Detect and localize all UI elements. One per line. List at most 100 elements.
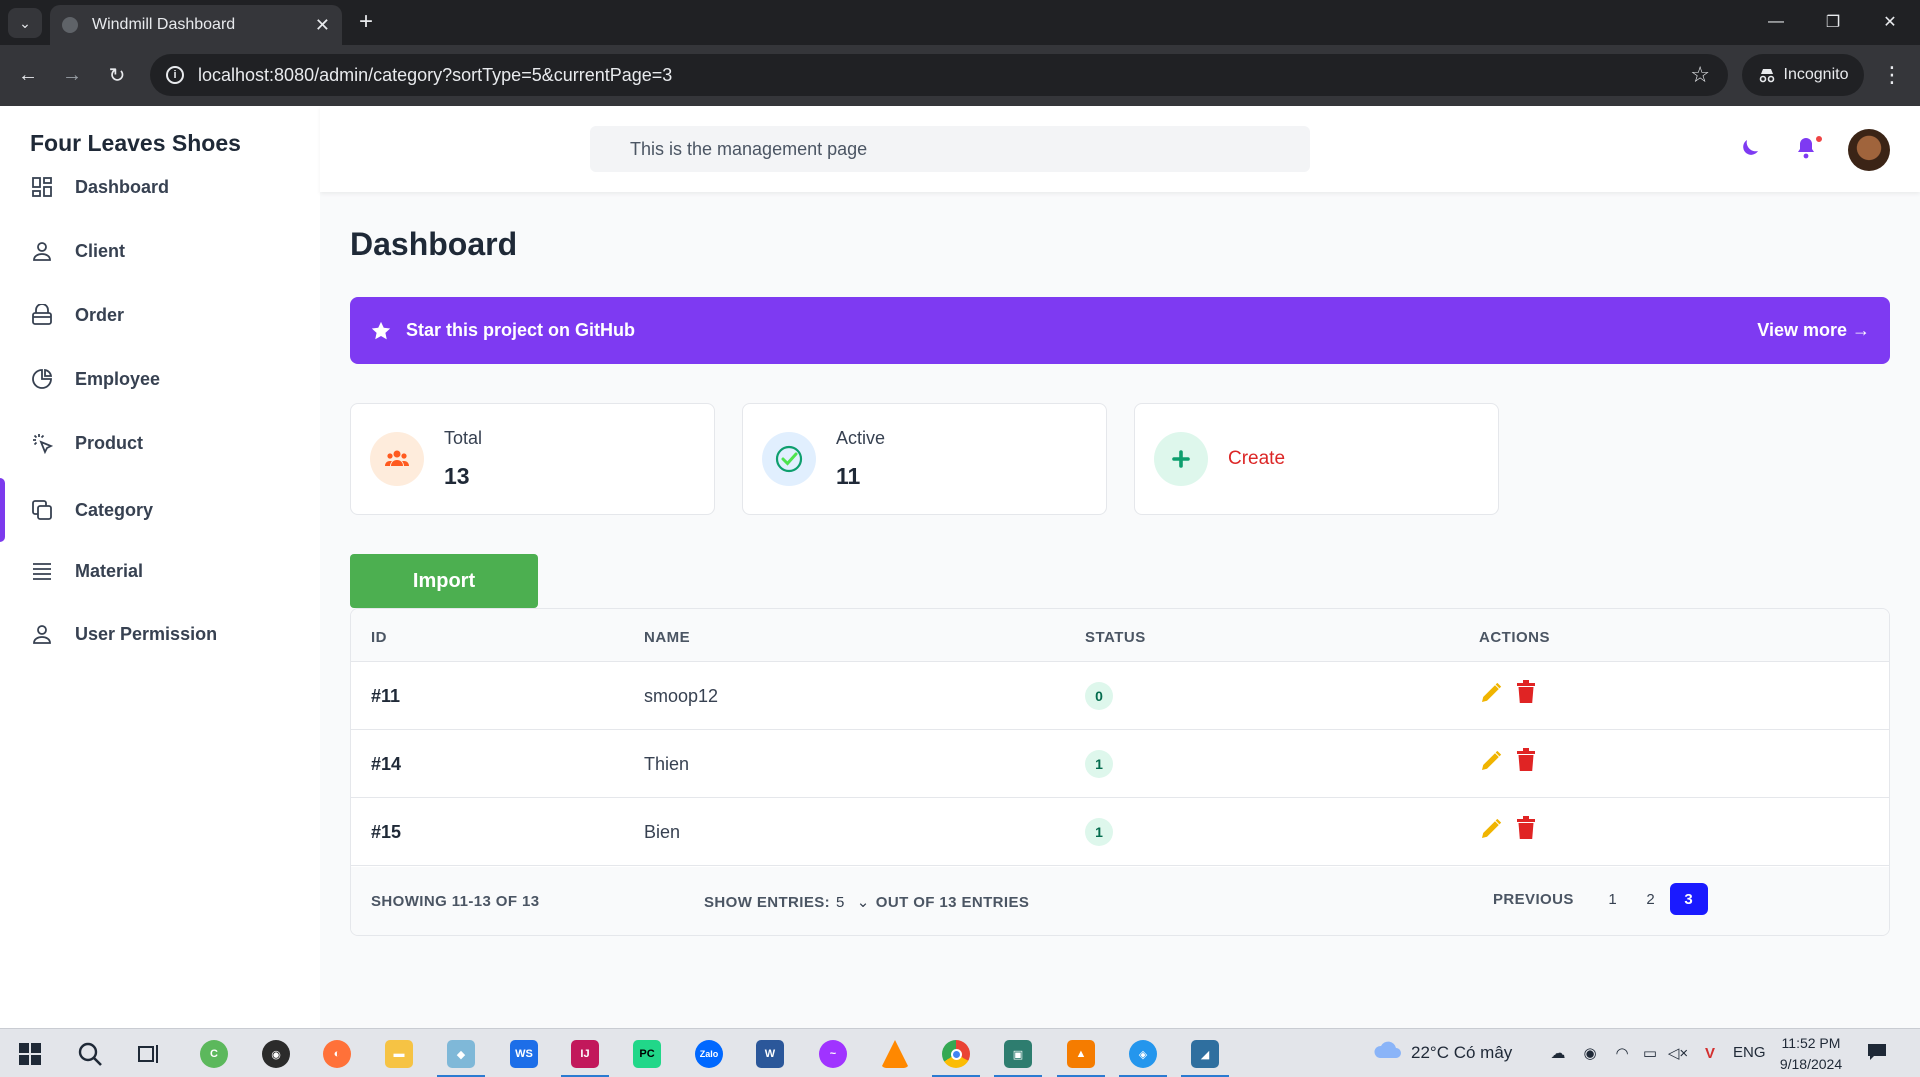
bookmark-star-icon[interactable]: ☆ (1690, 62, 1710, 88)
edit-pencil-icon[interactable] (1479, 749, 1503, 778)
sidebar-item-material[interactable]: Material (0, 546, 320, 596)
close-window-button[interactable]: ✕ (1868, 5, 1912, 39)
entries-select[interactable]: 5 ⌄ (836, 893, 870, 912)
intellij-icon[interactable]: IJ (561, 1037, 609, 1077)
showing-count: SHOWING 11-13 OF 13 (371, 893, 540, 910)
avatar[interactable] (1848, 129, 1890, 171)
back-button[interactable]: ← (12, 59, 44, 91)
restore-button[interactable]: ❐ (1811, 5, 1855, 39)
new-tab-button[interactable]: + (352, 8, 380, 36)
pycharm-icon[interactable]: PC (629, 1037, 665, 1071)
total-value: 13 (444, 463, 470, 489)
close-tab-icon[interactable]: ✕ (315, 15, 330, 36)
incognito-indicator[interactable]: Incognito (1742, 54, 1864, 96)
page-button-3[interactable]: 3 (1669, 883, 1708, 915)
weather-text: 22°C Có mây (1411, 1042, 1513, 1062)
sidebar-item-user-permission[interactable]: User Permission (0, 609, 320, 659)
app-icon[interactable]: C (196, 1037, 232, 1071)
reload-button[interactable]: ↻ (101, 59, 133, 91)
row-id: #14 (371, 754, 402, 774)
sidebar-item-label: Category (75, 499, 154, 520)
site-info-icon[interactable]: i (166, 66, 184, 84)
webstorm-icon[interactable]: WS (506, 1037, 542, 1071)
url-text: localhost:8080/admin/category?sortType=5… (198, 64, 673, 85)
battery-icon[interactable]: ▭ (1639, 1043, 1661, 1063)
table-header: ID NAME STATUS ACTIONS (351, 609, 1889, 662)
sidebar: Four Leaves Shoes Dashboard Client Order… (0, 106, 320, 1028)
address-bar[interactable]: i localhost:8080/admin/category?sortType… (150, 54, 1728, 96)
table-row: #11 smoop12 0 (351, 662, 1889, 730)
github-banner[interactable]: Star this project on GitHub View more → (350, 297, 1890, 364)
total-label: Total (444, 428, 483, 448)
clock-date: 9/18/2024 (1779, 1056, 1843, 1072)
search-icon[interactable] (72, 1037, 108, 1071)
delete-trash-icon[interactable] (1516, 816, 1536, 845)
create-link[interactable]: Create (1228, 448, 1285, 470)
app-icon[interactable]: ◆ (437, 1037, 485, 1077)
forward-button[interactable]: → (56, 59, 88, 91)
sidebar-item-product[interactable]: Product (0, 418, 320, 468)
app-icon[interactable]: ▣ (994, 1037, 1042, 1077)
weather-widget[interactable]: 22°C Có mây (1373, 1041, 1512, 1064)
task-view-icon[interactable] (131, 1037, 167, 1071)
import-button[interactable]: Import (350, 554, 538, 608)
sidebar-item-category[interactable]: Category (0, 478, 320, 542)
sidebar-item-client[interactable]: Client (0, 226, 320, 276)
brand-title[interactable]: Four Leaves Shoes (30, 130, 241, 157)
sidebar-item-dashboard[interactable]: Dashboard (0, 162, 320, 212)
browser-tab-bar: ⌄ Windmill Dashboard ✕ + — ❐ ✕ (0, 0, 1920, 45)
file-explorer-icon[interactable]: ▬ (381, 1037, 417, 1071)
obs-icon[interactable]: ◉ (258, 1037, 294, 1071)
zalo-icon[interactable]: Zalo (691, 1037, 727, 1071)
windows-start-icon[interactable] (12, 1037, 48, 1071)
delete-trash-icon[interactable] (1516, 680, 1536, 709)
chevron-down-icon: ⌄ (856, 894, 870, 911)
minimize-button[interactable]: — (1754, 5, 1798, 39)
entries-control: SHOW ENTRIES: 5 ⌄ OUT OF 13 ENTRIES (704, 893, 1029, 912)
sidebar-item-label: Client (75, 240, 126, 261)
row-name: smoop12 (644, 686, 719, 706)
sidebar-item-employee[interactable]: Employee (0, 354, 320, 404)
volume-muted-icon[interactable]: ◁× (1667, 1043, 1689, 1063)
view-more-link[interactable]: View more → (1757, 320, 1870, 341)
app-root: Four Leaves Shoes Dashboard Client Order… (0, 106, 1920, 1028)
page-button-1[interactable]: 1 (1594, 883, 1632, 915)
page-button-2[interactable]: 2 (1632, 883, 1670, 915)
zalo-tray-icon[interactable]: ◉ (1579, 1043, 1601, 1063)
edit-pencil-icon[interactable] (1479, 681, 1503, 710)
table-footer: SHOWING 11-13 OF 13 SHOW ENTRIES: 5 ⌄ OU… (351, 867, 1889, 935)
browser-tab[interactable]: Windmill Dashboard ✕ (50, 5, 342, 45)
search-input[interactable]: This is the management page (590, 126, 1310, 172)
banner-text: Star this project on GitHub (406, 320, 636, 340)
edit-pencil-icon[interactable] (1479, 817, 1503, 846)
browser-menu-icon[interactable]: ⋮ (1878, 59, 1906, 91)
firefox-icon[interactable]: ◐ (319, 1037, 355, 1071)
notification-badge (1814, 134, 1824, 144)
word-icon[interactable]: W (752, 1037, 788, 1071)
docker-icon[interactable]: ◈ (1119, 1037, 1167, 1077)
unikey-icon[interactable]: V (1699, 1043, 1721, 1063)
messenger-icon[interactable]: ~ (815, 1037, 851, 1071)
tab-search-button[interactable]: ⌄ (8, 8, 42, 38)
wifi-icon[interactable]: ◠ (1611, 1043, 1633, 1063)
sidebar-item-label: Product (75, 432, 144, 453)
moon-icon[interactable] (1738, 136, 1762, 165)
status-badge: 1 (1085, 818, 1113, 846)
create-card[interactable]: Create (1134, 403, 1499, 515)
mysql-workbench-icon[interactable]: ◢ (1181, 1037, 1229, 1077)
vlc-icon[interactable] (877, 1037, 913, 1071)
page-title: Dashboard (350, 226, 518, 262)
star-icon (370, 320, 392, 342)
sidebar-item-label: User Permission (75, 623, 218, 644)
language-indicator[interactable]: ENG (1733, 1044, 1766, 1061)
previous-page-button[interactable]: PREVIOUS (1493, 891, 1574, 908)
sidebar-item-order[interactable]: Order (0, 290, 320, 340)
onedrive-icon[interactable]: ☁ (1547, 1043, 1569, 1063)
delete-trash-icon[interactable] (1516, 748, 1536, 777)
notification-center-icon[interactable] (1866, 1042, 1888, 1062)
app-icon[interactable]: ▲ (1057, 1037, 1105, 1077)
chrome-icon[interactable] (932, 1037, 980, 1077)
menu-lines-icon (30, 559, 54, 583)
clock[interactable]: 11:52 PM 9/18/2024 (1775, 1033, 1847, 1075)
pagination: PREVIOUS 1 2 3 (1493, 883, 1708, 915)
